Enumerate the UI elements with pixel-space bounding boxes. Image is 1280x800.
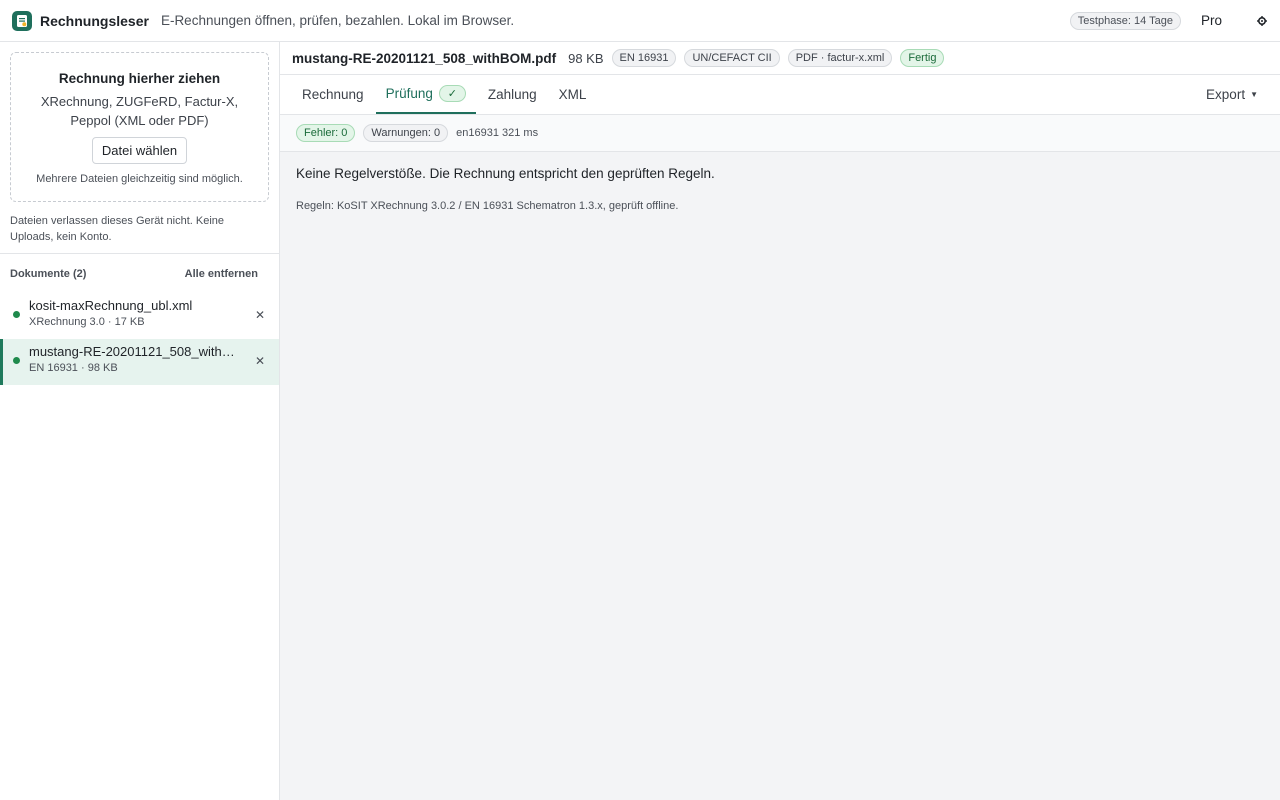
file-dropzone[interactable]: Rechnung hierher ziehen XRechnung, ZUGFe… [10,52,269,202]
export-dropdown[interactable]: Export ▼ [1206,75,1258,113]
top-bar: Rechnungsleser E-Rechnungen öffnen, prüf… [0,0,1280,42]
dropzone-formats: XRechnung, ZUGFeRD, Factur-X, Peppol (XM… [40,94,239,128]
trial-badge: Testphase: 14 Tage [1069,11,1181,30]
tab-zahlung[interactable]: Zahlung [478,75,547,114]
sidebar-divider [0,253,279,254]
container-chip: PDF · factur-x.xml [787,49,893,67]
status-dot-icon [13,311,20,318]
documents-header: Dokumente (2) Alle entfernen [10,268,258,280]
gear-icon[interactable] [1256,15,1268,27]
close-icon[interactable]: ✕ [255,354,265,368]
privacy-note: Dateien verlassen dieses Gerät nicht. Ke… [10,215,225,243]
validation-timing: en16931 321 ms [456,127,539,139]
tab-xml[interactable]: XML [549,75,597,114]
warnings-badge: Warnungen: 0 [363,124,449,142]
main-panel: mustang-RE-20201121_508_withBOM.pdf 98 K… [280,42,1280,800]
app-title: Rechnungsleser [40,12,149,29]
status-dot-icon [13,357,20,364]
file-name: mustang-RE-20201121_508_withBOM.pdf [292,50,557,66]
pro-button[interactable]: Pro [1201,13,1222,28]
tab-pruefung[interactable]: Prüfung ✓ [375,75,476,114]
check-icon: ✓ [438,85,466,102]
tab-rechnung[interactable]: Rechnung [292,75,374,114]
choose-file-button[interactable]: Datei wählen [91,137,188,164]
document-name: mustang-RE-20201121_508_withBOM.pdf [29,344,241,359]
top-right-actions: Testphase: 14 Tage Pro [1069,11,1268,30]
rules-note: Regeln: KoSIT XRechnung 3.0.2 / EN 16931… [296,200,679,212]
tab-bar: Rechnung Prüfung ✓ Zahlung XML Export ▼ [280,75,1280,115]
errors-badge: Fehler: 0 [296,124,356,142]
document-meta: XRechnung 3.0 · 17 KB [29,316,145,328]
app-logo-icon [12,10,32,31]
list-item[interactable]: mustang-RE-20201121_508_withBOM.pdf EN 1… [0,339,279,385]
standard-chip: EN 16931 [611,49,677,67]
close-icon[interactable]: ✕ [255,308,265,322]
validation-status-bar: Fehler: 0 Warnungen: 0 en16931 321 ms [280,115,1280,152]
dropzone-title: Rechnung hierher ziehen [58,71,221,86]
status-badge: Fertig [900,49,945,67]
syntax-chip: UN/CEFACT CII [684,49,780,67]
file-header: mustang-RE-20201121_508_withBOM.pdf 98 K… [280,42,1280,75]
list-item[interactable]: kosit-maxRechnung_ubl.xml XRechnung 3.0 … [0,293,279,339]
dropzone-hint: Mehrere Dateien gleichzeitig sind möglic… [36,173,243,185]
validation-result: Keine Regelverstöße. Die Rechnung entspr… [296,166,715,181]
sidebar: Rechnung hierher ziehen XRechnung, ZUGFe… [0,42,280,800]
file-size: 98 KB [568,50,604,66]
document-list: kosit-maxRechnung_ubl.xml XRechnung 3.0 … [0,293,279,385]
app-tagline: E-Rechnungen öffnen, prüfen, bezahlen. L… [160,13,515,28]
document-meta: EN 16931 · 98 KB [29,362,118,374]
caret-down-icon: ▼ [1250,89,1258,99]
document-name: kosit-maxRechnung_ubl.xml [29,298,193,313]
remove-all-button[interactable]: Alle entfernen [185,268,258,280]
documents-count-label: Dokumente (2) [10,268,87,280]
